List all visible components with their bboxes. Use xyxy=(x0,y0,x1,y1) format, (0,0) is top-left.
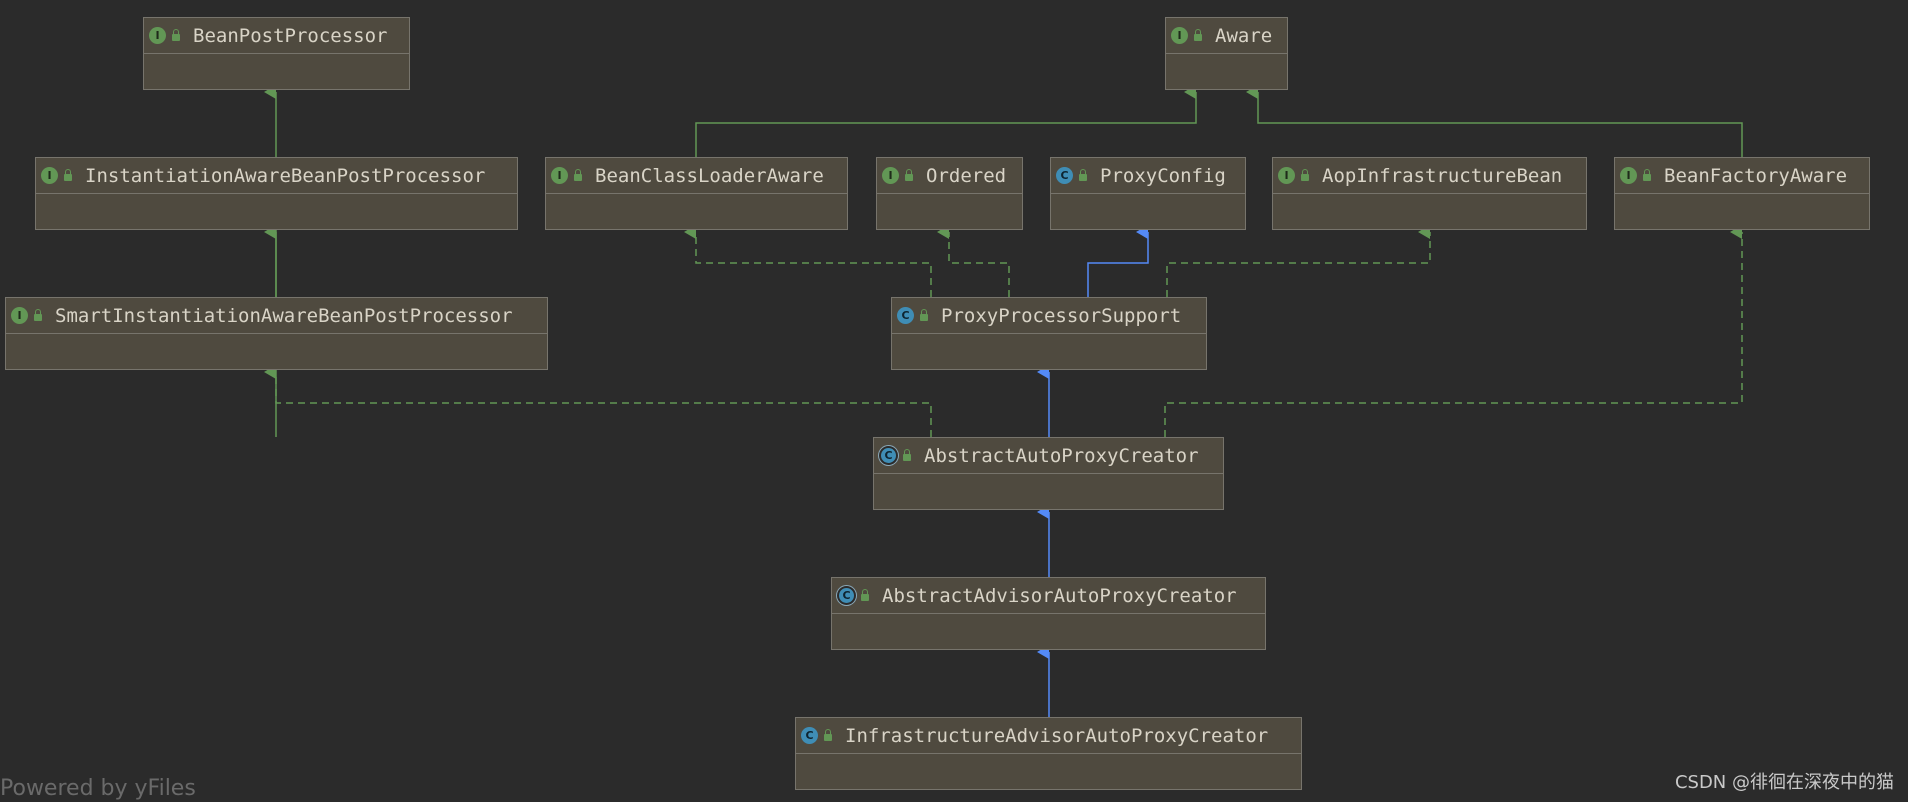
lock-icon xyxy=(1194,29,1202,41)
node-label: ProxyConfig xyxy=(1100,164,1226,187)
lock-icon xyxy=(824,729,832,741)
node-members xyxy=(892,334,1206,370)
class-icon: C xyxy=(1056,167,1073,184)
node-ordered[interactable]: I Ordered xyxy=(876,157,1023,230)
node-bean-post-processor[interactable]: I BeanPostProcessor xyxy=(143,17,410,90)
node-label: SmartInstantiationAwareBeanPostProcessor xyxy=(55,304,513,327)
node-label: ProxyProcessorSupport xyxy=(941,304,1182,327)
node-members xyxy=(1615,194,1869,230)
node-infrastructure-advisor-auto-proxy-creator[interactable]: C InfrastructureAdvisorAutoProxyCreator xyxy=(795,717,1302,790)
node-label: BeanClassLoaderAware xyxy=(595,164,824,187)
node-label: AbstractAdvisorAutoProxyCreator xyxy=(882,584,1237,607)
node-abstract-auto-proxy-creator[interactable]: C AbstractAutoProxyCreator xyxy=(873,437,1224,510)
edge-bcla-to-aware xyxy=(695,85,1197,157)
node-members xyxy=(1051,194,1245,230)
lock-icon xyxy=(1079,169,1087,181)
node-label: AopInfrastructureBean xyxy=(1322,164,1563,187)
node-members xyxy=(6,334,547,370)
node-members xyxy=(877,194,1022,230)
lock-icon xyxy=(905,169,913,181)
node-instantiation-aware-bean-post-processor[interactable]: I InstantiationAwareBeanPostProcessor xyxy=(35,157,518,230)
lock-icon xyxy=(1643,169,1651,181)
node-members xyxy=(36,194,517,230)
node-bean-factory-aware[interactable]: I BeanFactoryAware xyxy=(1614,157,1870,230)
lock-icon xyxy=(34,309,42,321)
node-label: BeanPostProcessor xyxy=(193,24,388,47)
node-members xyxy=(832,614,1265,650)
node-members xyxy=(1273,194,1586,230)
node-smart-instantiation-aware-bean-post-processor[interactable]: I SmartInstantiationAwareBeanPostProcess… xyxy=(5,297,548,370)
edge-pps-to-pconfig xyxy=(1087,225,1149,297)
lock-icon xyxy=(574,169,582,181)
edge-aapc-to-bfa xyxy=(1164,225,1743,437)
lock-icon xyxy=(920,309,928,321)
node-members xyxy=(796,754,1301,790)
node-aware[interactable]: I Aware xyxy=(1165,17,1288,90)
edge-pps-to-bcla xyxy=(684,225,932,297)
lock-icon xyxy=(861,589,869,601)
class-icon: C xyxy=(897,307,914,324)
class-icon: C xyxy=(801,727,818,744)
interface-icon: I xyxy=(149,27,166,44)
node-abstract-advisor-auto-proxy-creator[interactable]: C AbstractAdvisorAutoProxyCreator xyxy=(831,577,1266,650)
interface-icon: I xyxy=(11,307,28,324)
edge-layer xyxy=(264,85,1743,717)
node-proxy-config[interactable]: C ProxyConfig xyxy=(1050,157,1246,230)
node-members xyxy=(1166,54,1287,90)
node-label: Aware xyxy=(1215,24,1273,47)
powered-by-label: Powered by yFiles xyxy=(0,776,196,801)
node-members xyxy=(144,54,409,90)
edge-pps-to-ordered xyxy=(937,225,1010,297)
node-members xyxy=(874,474,1223,510)
interface-icon: I xyxy=(1171,27,1188,44)
abstract-class-icon: C xyxy=(881,448,896,463)
interface-icon: I xyxy=(1620,167,1637,184)
edge-aapc-to-siabpp xyxy=(264,365,932,437)
watermark: CSDN @徘徊在深夜中的猫 xyxy=(1674,772,1894,793)
node-label: BeanFactoryAware xyxy=(1664,164,1848,187)
node-label: InstantiationAwareBeanPostProcessor xyxy=(85,164,486,187)
lock-icon xyxy=(172,29,180,41)
interface-icon: I xyxy=(882,167,899,184)
edge-bfa-to-aware xyxy=(1246,85,1743,157)
interface-icon: I xyxy=(41,167,58,184)
abstract-class-icon: C xyxy=(839,588,854,603)
lock-icon xyxy=(903,449,911,461)
interface-icon: I xyxy=(551,167,568,184)
node-label: AbstractAutoProxyCreator xyxy=(924,444,1199,467)
lock-icon xyxy=(1301,169,1309,181)
node-proxy-processor-support[interactable]: C ProxyProcessorSupport xyxy=(891,297,1207,370)
node-label: InfrastructureAdvisorAutoProxyCreator xyxy=(845,724,1269,747)
interface-icon: I xyxy=(1278,167,1295,184)
node-label: Ordered xyxy=(926,164,1007,187)
edge-pps-to-aib xyxy=(1166,225,1431,297)
lock-icon xyxy=(64,169,72,181)
node-members xyxy=(546,194,847,230)
node-aop-infrastructure-bean[interactable]: I AopInfrastructureBean xyxy=(1272,157,1587,230)
node-bean-class-loader-aware[interactable]: I BeanClassLoaderAware xyxy=(545,157,848,230)
